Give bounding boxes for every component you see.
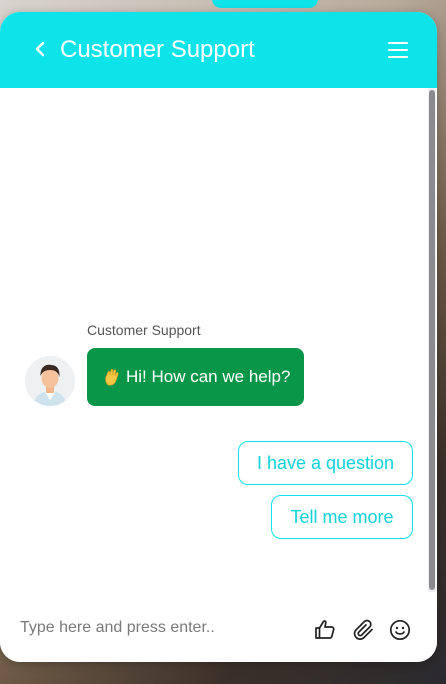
waving-hand-icon: [103, 367, 123, 387]
quick-reply-button[interactable]: Tell me more: [271, 495, 413, 539]
agent-avatar: [25, 356, 75, 406]
message-input-bar: [0, 602, 437, 662]
paperclip-icon: [353, 619, 373, 640]
attach-button[interactable]: [352, 618, 376, 642]
back-button[interactable]: [30, 39, 50, 59]
emoji-button[interactable]: [388, 618, 412, 642]
chevron-left-icon: [35, 41, 45, 57]
sender-name: Customer Support: [87, 322, 201, 338]
agent-avatar-icon: [25, 356, 75, 406]
chat-title: Customer Support: [60, 36, 255, 63]
chat-widget: Customer Support Customer Support Hi! Ho…: [0, 12, 437, 662]
chat-scrollbar[interactable]: [428, 88, 436, 592]
scroll-thumb[interactable]: [429, 90, 435, 590]
chat-header: Customer Support: [0, 12, 437, 88]
bot-message-text: Hi! How can we help?: [126, 367, 291, 386]
bot-message-bubble: Hi! How can we help?: [87, 348, 305, 406]
background-tab: [212, 0, 318, 8]
message-input[interactable]: [18, 612, 282, 644]
menu-button[interactable]: [386, 39, 410, 61]
quick-reply-button[interactable]: I have a question: [238, 441, 413, 485]
emoji-icon: [389, 619, 411, 641]
thumbs-up-icon: [315, 620, 335, 639]
like-button[interactable]: [313, 618, 337, 642]
hamburger-menu-icon: [388, 42, 408, 58]
